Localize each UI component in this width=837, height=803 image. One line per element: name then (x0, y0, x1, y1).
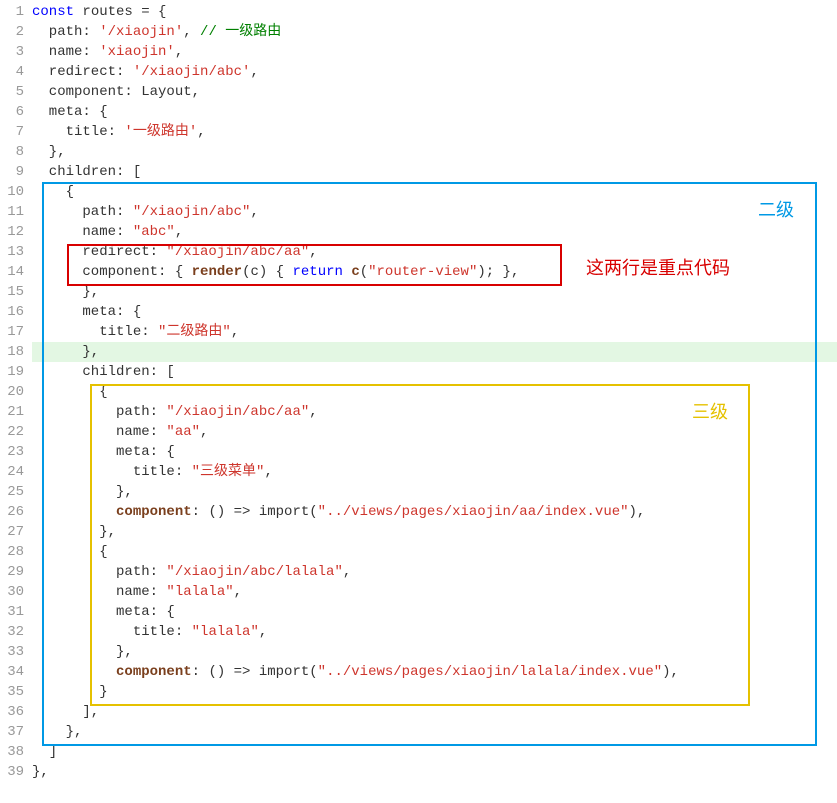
code-line: { (32, 182, 837, 202)
code-line: name: 'xiaojin', (32, 42, 837, 62)
code-line: path: "/xiaojin/abc", (32, 202, 837, 222)
line-number: 10 (0, 182, 24, 202)
line-number: 29 (0, 562, 24, 582)
line-number: 27 (0, 522, 24, 542)
code-line: } (32, 682, 837, 702)
code-line: component: () => import("../views/pages/… (32, 502, 837, 522)
code-line: ] (32, 742, 837, 762)
code-line: meta: { (32, 602, 837, 622)
code-line: { (32, 542, 837, 562)
code-line: ], (32, 702, 837, 722)
line-number: 23 (0, 442, 24, 462)
line-number: 35 (0, 682, 24, 702)
line-number: 34 (0, 662, 24, 682)
line-number: 12 (0, 222, 24, 242)
line-number: 7 (0, 122, 24, 142)
line-number: 18 (0, 342, 24, 362)
line-number: 17 (0, 322, 24, 342)
line-number: 22 (0, 422, 24, 442)
code-line: }, (32, 722, 837, 742)
line-number: 25 (0, 482, 24, 502)
line-number: 8 (0, 142, 24, 162)
line-number: 20 (0, 382, 24, 402)
line-gutter: 1234567891011121314151617181920212223242… (0, 0, 32, 803)
line-number: 6 (0, 102, 24, 122)
line-number: 32 (0, 622, 24, 642)
line-number: 37 (0, 722, 24, 742)
line-number: 19 (0, 362, 24, 382)
code-line: title: "二级路由", (32, 322, 837, 342)
code-line: name: "lalala", (32, 582, 837, 602)
line-number: 26 (0, 502, 24, 522)
code-line: { (32, 382, 837, 402)
line-number: 5 (0, 82, 24, 102)
line-number: 14 (0, 262, 24, 282)
code-line: children: [ (32, 362, 837, 382)
code-line: name: "abc", (32, 222, 837, 242)
line-number: 16 (0, 302, 24, 322)
code-line: name: "aa", (32, 422, 837, 442)
code-line: title: "三级菜单", (32, 462, 837, 482)
code-line: title: "lalala", (32, 622, 837, 642)
line-number: 28 (0, 542, 24, 562)
line-number: 38 (0, 742, 24, 762)
code-line: }, (32, 762, 837, 782)
code-line: component: Layout, (32, 82, 837, 102)
code-line: }, (32, 142, 837, 162)
code-line: redirect: "/xiaojin/abc/aa", (32, 242, 837, 262)
code-line: component: () => import("../views/pages/… (32, 662, 837, 682)
line-number: 9 (0, 162, 24, 182)
code-line: redirect: '/xiaojin/abc', (32, 62, 837, 82)
line-number: 3 (0, 42, 24, 62)
code-line: meta: { (32, 302, 837, 322)
code-area: const routes = { path: '/xiaojin', // 一级… (32, 0, 837, 803)
line-number: 33 (0, 642, 24, 662)
line-number: 21 (0, 402, 24, 422)
code-line: }, (32, 522, 837, 542)
code-line: title: '一级路由', (32, 122, 837, 142)
code-line: path: "/xiaojin/abc/lalala", (32, 562, 837, 582)
line-number: 24 (0, 462, 24, 482)
code-line: }, (32, 342, 837, 362)
line-number: 1 (0, 2, 24, 22)
line-number: 31 (0, 602, 24, 622)
code-line: children: [ (32, 162, 837, 182)
code-line: }, (32, 482, 837, 502)
line-number: 39 (0, 762, 24, 782)
code-line: path: '/xiaojin', // 一级路由 (32, 22, 837, 42)
code-line: path: "/xiaojin/abc/aa", (32, 402, 837, 422)
code-line: const routes = { (32, 2, 837, 22)
line-number: 4 (0, 62, 24, 82)
code-line: component: { render(c) { return c("route… (32, 262, 837, 282)
line-number: 30 (0, 582, 24, 602)
code-editor: 1234567891011121314151617181920212223242… (0, 0, 837, 803)
line-number: 11 (0, 202, 24, 222)
line-number: 36 (0, 702, 24, 722)
code-line: }, (32, 282, 837, 302)
line-number: 2 (0, 22, 24, 42)
line-number: 13 (0, 242, 24, 262)
code-line: meta: { (32, 102, 837, 122)
code-line: meta: { (32, 442, 837, 462)
line-number: 15 (0, 282, 24, 302)
code-line: }, (32, 642, 837, 662)
